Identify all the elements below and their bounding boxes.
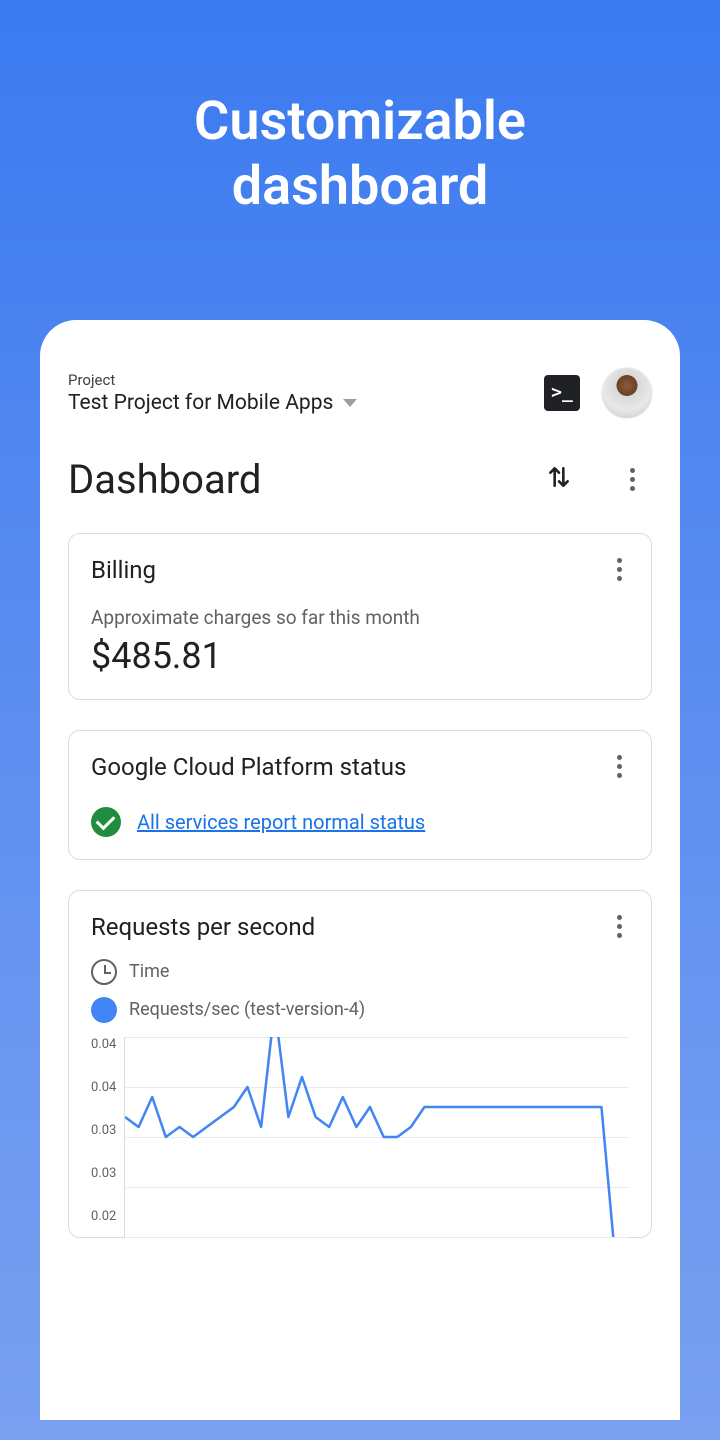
legend-series: Requests/sec (test-version-4) — [91, 997, 629, 1023]
y-tick: 0.04 — [91, 1037, 116, 1052]
billing-card[interactable]: Billing Approximate charges so far this … — [68, 533, 652, 700]
page-title: Dashboard — [68, 456, 261, 503]
project-selector-row: Project Test Project for Mobile Apps >_ — [68, 368, 652, 418]
title-row: Dashboard — [68, 456, 652, 503]
billing-title: Billing — [91, 556, 156, 584]
y-tick: 0.04 — [91, 1080, 116, 1095]
phone-frame: Project Test Project for Mobile Apps >_ … — [40, 320, 680, 1420]
hero-line1: Customizable — [0, 90, 720, 155]
billing-amount: $485.81 — [91, 635, 629, 677]
status-card-menu-icon[interactable] — [609, 755, 629, 778]
hero-line2: dashboard — [0, 155, 720, 220]
y-tick: 0.03 — [91, 1123, 116, 1138]
requests-card-menu-icon[interactable] — [609, 915, 629, 938]
more-menu-icon[interactable] — [622, 468, 642, 491]
project-dropdown[interactable]: Test Project for Mobile Apps — [68, 391, 544, 415]
legend-series-label: Requests/sec (test-version-4) — [129, 999, 365, 1020]
chart-area — [124, 1037, 629, 1237]
project-name: Test Project for Mobile Apps — [68, 391, 333, 415]
hero-title: Customizable dashboard — [0, 0, 720, 220]
requests-card[interactable]: Requests per second Time Requests/sec (t… — [68, 890, 652, 1238]
billing-subtitle: Approximate charges so far this month — [91, 606, 629, 629]
chart: 0.04 0.04 0.03 0.03 0.02 — [91, 1037, 629, 1237]
reorder-icon[interactable] — [546, 464, 572, 494]
clock-icon — [91, 959, 117, 985]
status-card[interactable]: Google Cloud Platform status All service… — [68, 730, 652, 860]
requests-title: Requests per second — [91, 913, 315, 941]
status-link[interactable]: All services report normal status — [137, 810, 425, 834]
y-axis: 0.04 0.04 0.03 0.03 0.02 — [91, 1037, 124, 1237]
avatar[interactable] — [602, 368, 652, 418]
project-label: Project — [68, 371, 544, 389]
chevron-down-icon — [343, 399, 357, 407]
series-color-icon — [91, 997, 117, 1023]
legend-time-label: Time — [129, 961, 169, 982]
status-title: Google Cloud Platform status — [91, 753, 406, 781]
y-tick: 0.02 — [91, 1209, 116, 1224]
y-tick: 0.03 — [91, 1166, 116, 1181]
billing-card-menu-icon[interactable] — [609, 558, 629, 581]
legend-time: Time — [91, 959, 629, 985]
cloud-shell-icon[interactable]: >_ — [544, 375, 580, 411]
check-circle-icon — [91, 807, 121, 837]
